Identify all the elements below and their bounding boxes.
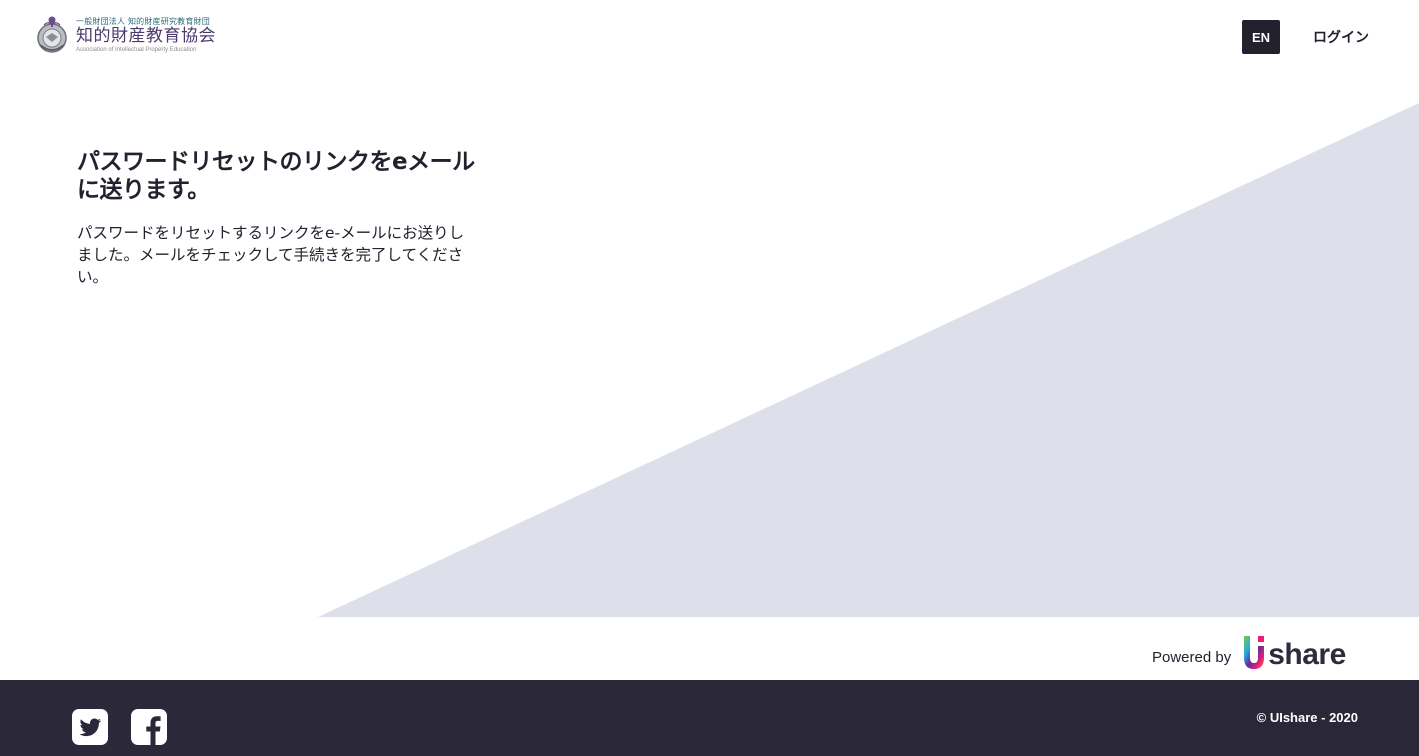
powered-by: Powered by share xyxy=(1152,630,1346,670)
reset-message: パスワードをリセットするリンクをe-メールにお送りしました。メールをチェックして… xyxy=(77,224,465,286)
logo-name-en: Association of Intellectual Property Edu… xyxy=(76,46,197,53)
logo-org-line: 一般財団法人 知的財産研究教育財団 xyxy=(76,16,210,26)
emblem-icon xyxy=(37,16,67,53)
page-title: パスワードリセットのリンクをeメールに送ります。 xyxy=(77,149,475,203)
ushare-logo[interactable]: share xyxy=(1241,634,1346,670)
facebook-icon[interactable] xyxy=(131,709,167,745)
logo-text: 一般財団法人 知的財産研究教育財団 知的財産教育協会 Association o… xyxy=(76,16,216,53)
copyright: © UIshare - 2020 xyxy=(1256,710,1358,725)
header: 一般財団法人 知的財産研究教育財団 知的財産教育協会 Association o… xyxy=(0,0,1419,80)
org-logo[interactable]: 一般財団法人 知的財産研究教育財団 知的財産教育協会 Association o… xyxy=(32,14,216,56)
page: 一般財団法人 知的財産研究教育財団 知的財産教育協会 Association o… xyxy=(0,0,1419,756)
footer: © UIshare - 2020 xyxy=(0,680,1419,756)
login-link[interactable]: ログイン xyxy=(1313,27,1369,47)
main-content: パスワードリセットのリンクをeメールに送ります。 パスワードをリセットするリンク… xyxy=(77,148,487,288)
ushare-u-icon xyxy=(1244,636,1265,669)
background-triangle xyxy=(318,103,1419,617)
logo-name: 知的財産教育協会 xyxy=(76,25,216,46)
powered-by-label: Powered by xyxy=(1152,649,1232,666)
ushare-text: share xyxy=(1268,638,1346,671)
language-button[interactable]: EN xyxy=(1242,20,1280,54)
twitter-icon[interactable] xyxy=(72,709,108,745)
